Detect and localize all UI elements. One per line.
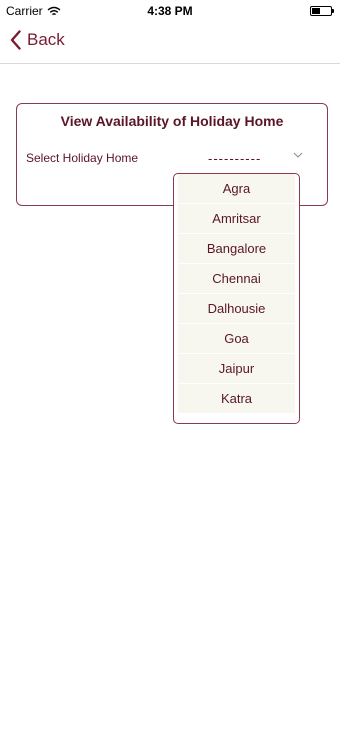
chevron-left-icon [10,30,21,50]
card-title: View Availability of Holiday Home [60,113,284,129]
back-button[interactable]: Back [10,30,65,50]
holiday-home-dropdown: Agra Amritsar Bangalore Chennai Dalhousi… [173,173,300,424]
chevron-down-icon [293,151,303,159]
select-holiday-home-label: Select Holiday Home [26,151,139,165]
status-time: 4:38 PM [147,4,193,18]
dropdown-option-bangalore[interactable]: Bangalore [178,234,295,263]
battery-icon [310,6,334,16]
holiday-home-select[interactable]: ---------- [203,148,303,168]
dropdown-option-jaipur[interactable]: Jaipur [178,354,295,383]
select-value: ---------- [208,151,262,166]
dropdown-option-agra[interactable]: Agra [178,174,295,203]
dropdown-option-katra[interactable]: Katra [178,384,295,413]
dropdown-list: Agra Amritsar Bangalore Chennai Dalhousi… [178,174,295,414]
nav-bar: Back [0,20,340,64]
dropdown-option-goa[interactable]: Goa [178,324,295,353]
status-bar: Carrier 4:38 PM [0,0,340,20]
screen: Carrier 4:38 PM Back View Availability o… [0,0,340,736]
dropdown-option-dalhousie[interactable]: Dalhousie [178,294,295,323]
back-label: Back [27,30,65,49]
battery-level [312,8,320,14]
dropdown-option-amritsar[interactable]: Amritsar [178,204,295,233]
dropdown-option-chennai[interactable]: Chennai [178,264,295,293]
